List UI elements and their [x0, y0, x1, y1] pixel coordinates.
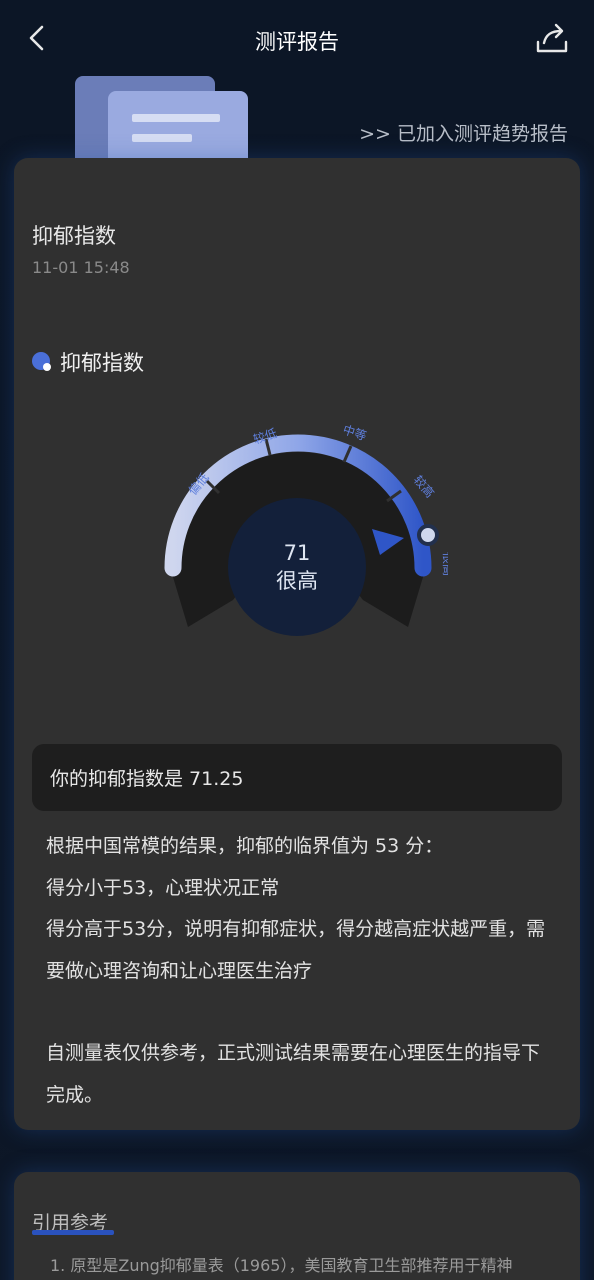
references-card: 引用参考 1. 原型是Zung抑郁量表（1965），美国教育卫生部推荐用于精神: [14, 1172, 580, 1280]
description: 根据中国常模的结果，抑郁的临界值为 53 分： 得分小于53，心理状况正常 得分…: [46, 826, 546, 1116]
gauge-value: 71: [283, 541, 311, 565]
score-text: 你的抑郁指数是 71.25: [50, 768, 244, 790]
reference-item: 1. 原型是Zung抑郁量表（1965），美国教育卫生部推荐用于精神: [50, 1256, 513, 1275]
description-line: 根据中国常模的结果，抑郁的临界值为 53 分：: [46, 835, 444, 857]
description-line: 得分小于53，心理状况正常: [46, 876, 280, 899]
report-title: 抑郁指数: [32, 224, 116, 248]
section-header: 抑郁指数: [32, 348, 144, 376]
description-line: 自测量表仅供参考，正式测试结果需要在心理医生的指导下完成。: [46, 1042, 541, 1106]
description-line: 得分高于53分，说明有抑郁症状，得分越高症状越严重，需要做心理咨询和让心理医生治…: [46, 918, 546, 982]
section-label: 抑郁指数: [60, 351, 144, 375]
report-document-icon: [75, 76, 248, 164]
report-time: 11-01 15:48: [32, 258, 130, 277]
gauge-segment-label: 很高: [441, 552, 448, 576]
page-title: 测评报告: [255, 30, 339, 54]
gauge-segment-label: 中等: [341, 422, 368, 444]
references-underline: [32, 1230, 114, 1235]
share-icon: [536, 23, 568, 53]
trend-report-link[interactable]: >> 已加入测评趋势报告: [359, 119, 568, 146]
report-card: 抑郁指数 11-01 15:48 抑郁指数 偏低 较低 中等 较高 很高 71 …: [14, 158, 580, 1130]
gauge-level: 很高: [276, 569, 318, 593]
gauge-marker: [417, 524, 439, 546]
gauge-segment-label: 较高: [411, 472, 438, 500]
share-button[interactable]: [534, 20, 570, 56]
section-dot-icon: [32, 352, 52, 372]
top-bar: 测评报告: [0, 0, 594, 80]
gauge-center: 71 很高: [228, 498, 366, 636]
score-box: 你的抑郁指数是 71.25: [32, 744, 562, 811]
